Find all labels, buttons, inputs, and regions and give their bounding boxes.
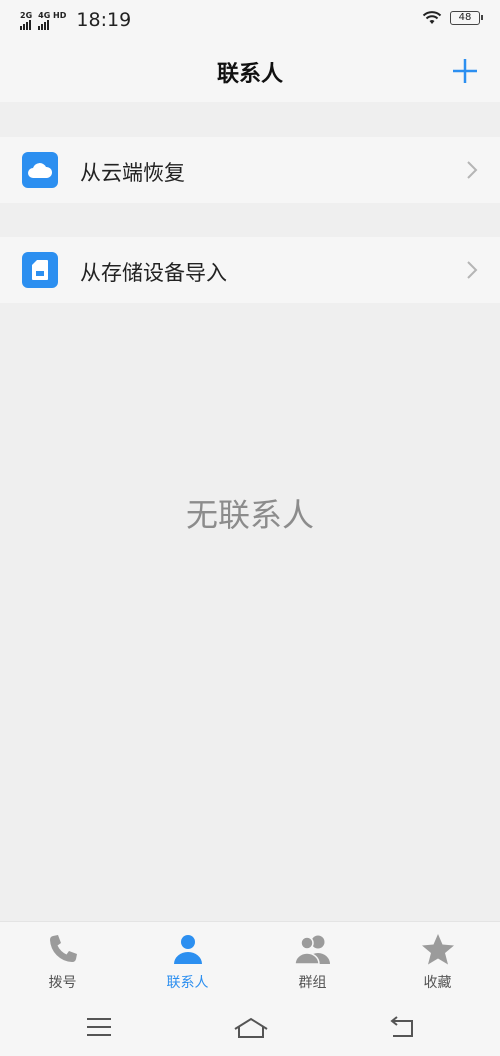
empty-state-text: 无联系人 — [185, 496, 314, 534]
group-icon — [293, 935, 330, 965]
star-icon — [421, 934, 454, 965]
person-icon — [173, 935, 202, 964]
row-label: 从存储设备导入 — [80, 261, 227, 285]
menu-icon[interactable] — [86, 1016, 112, 1038]
sd-card-icon — [22, 252, 58, 288]
clock: 18:19 — [76, 9, 132, 31]
tab-label: 拨号 — [48, 975, 77, 991]
signal-bars-icon — [20, 19, 31, 30]
row-label: 从云端恢复 — [80, 161, 185, 185]
sim2-signal: 4G HD — [38, 11, 66, 30]
sim1-signal: 2G — [20, 11, 32, 30]
page-title: 联系人 — [216, 62, 283, 87]
back-icon[interactable] — [389, 1016, 415, 1040]
tab-label: 收藏 — [423, 975, 452, 991]
tab-label: 联系人 — [166, 975, 209, 991]
tab-dialer[interactable]: 拨号 — [0, 922, 125, 1005]
signal-bars-icon — [38, 19, 50, 30]
system-nav-bar — [0, 1004, 500, 1056]
chevron-right-icon — [467, 261, 478, 279]
battery-icon: 48 — [450, 11, 483, 25]
tab-groups[interactable]: 群组 — [250, 922, 375, 1005]
status-bar: 2G 4G HD 18:19 48 — [0, 0, 500, 40]
cloud-icon — [22, 152, 58, 188]
tab-favorites[interactable]: 收藏 — [375, 922, 500, 1005]
title-bar: 联系人 — [0, 40, 500, 102]
plus-icon[interactable] — [450, 56, 480, 86]
tab-label: 群组 — [298, 975, 327, 991]
sim1-label: 2G — [20, 10, 33, 20]
tab-contacts[interactable]: 联系人 — [125, 922, 250, 1005]
sim2-label: 4G HD — [38, 10, 67, 20]
status-right: 48 — [422, 10, 483, 26]
phone-icon — [49, 935, 77, 963]
wifi-icon — [422, 11, 442, 24]
chevron-right-icon — [467, 161, 478, 179]
import-from-storage-row[interactable]: 从存储设备导入 — [0, 237, 500, 303]
restore-from-cloud-row[interactable]: 从云端恢复 — [0, 137, 500, 203]
bottom-tab-bar: 拨号 联系人 群组 收藏 — [0, 921, 500, 1004]
home-icon[interactable] — [233, 1016, 269, 1040]
